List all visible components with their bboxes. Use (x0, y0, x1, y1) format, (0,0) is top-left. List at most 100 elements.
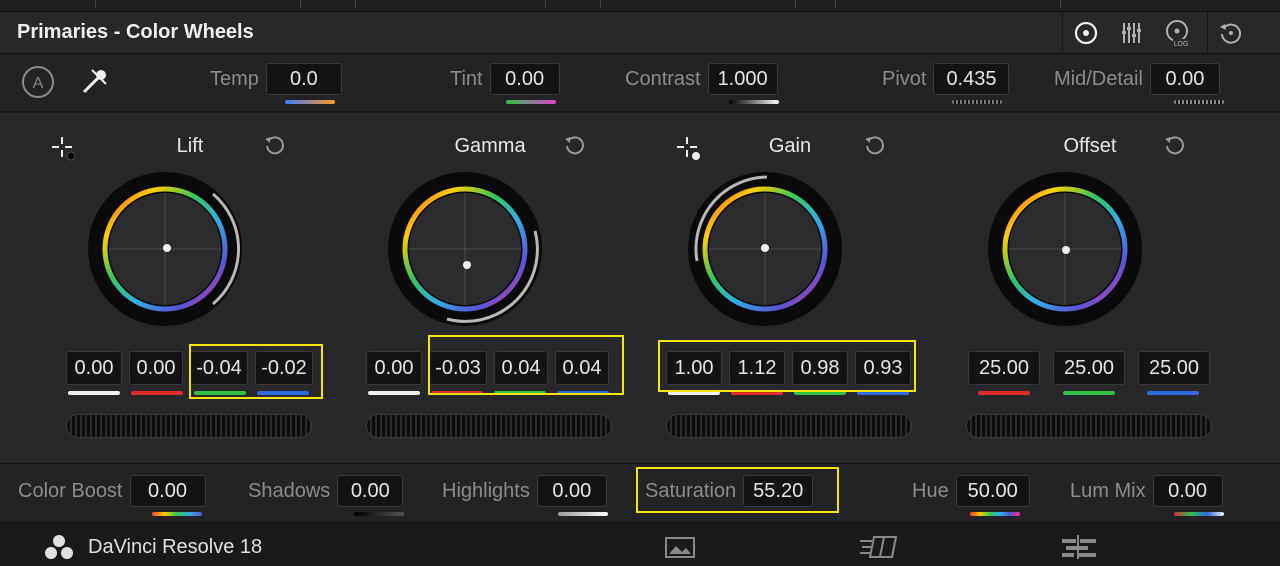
reset-icon[interactable] (562, 133, 588, 159)
saturation-label: Saturation (645, 479, 737, 502)
gain-r-stripe (731, 391, 783, 395)
bars-mode-button[interactable] (1109, 12, 1155, 54)
offset-g-stripe (1063, 391, 1115, 395)
pivot-field: Pivot 0.435 (882, 63, 1010, 104)
temp-gradient (285, 100, 335, 104)
middetail-gradient (1174, 100, 1224, 104)
svg-text:A: A (33, 75, 44, 92)
gain-g-input[interactable]: 0.98 (792, 351, 848, 385)
shadows-label: Shadows (248, 479, 331, 502)
lift-g-stripe (194, 391, 246, 395)
pivot-label: Pivot (882, 67, 927, 90)
shadows-gradient (354, 512, 404, 516)
lift-y-input[interactable]: 0.00 (66, 351, 122, 385)
gamma-b-input[interactable]: 0.04 (555, 351, 609, 385)
adjustments-bar: A Temp 0.0 Tint 0.00 Contrast 1.000 Pivo… (0, 55, 1280, 112)
gain-g-stripe (794, 391, 846, 395)
gain-color-wheel[interactable] (687, 171, 843, 327)
mode-toolbar: LOG (1062, 12, 1280, 54)
saturation-input[interactable]: 55.20 (743, 475, 814, 507)
offset-color-wheel[interactable] (987, 171, 1143, 327)
offset-master-wheel[interactable] (966, 414, 1212, 438)
cut-page-icon[interactable] (858, 535, 900, 559)
gain-values: 1.00 1.12 0.98 0.93 (666, 351, 911, 385)
temp-label: Temp (210, 67, 259, 90)
lift-b-input[interactable]: -0.02 (255, 351, 313, 385)
auto-balance-button[interactable]: A (20, 64, 56, 100)
color-boost-input[interactable]: 0.00 (129, 475, 206, 507)
gamma-label: Gamma (454, 135, 526, 157)
status-bar: DaVinci Resolve 18 (0, 522, 1280, 566)
lift-y-stripe (68, 391, 120, 395)
middetail-input[interactable]: 0.00 (1149, 63, 1220, 95)
gamma-wheel-group: Gamma 0.00 -0.03 0.04 0.04 (340, 113, 640, 463)
gamma-g-input[interactable]: 0.04 (494, 351, 548, 385)
color-wheels-panel: Lift 0.00 0.00 -0.04 -0.02 Gamma 0.00 -0… (0, 113, 1280, 463)
tint-gradient (506, 100, 556, 104)
hue-input[interactable]: 50.00 (955, 475, 1030, 507)
reset-icon[interactable] (862, 133, 888, 159)
timeline-strip (0, 0, 1280, 12)
reset-all-button[interactable] (1207, 12, 1253, 54)
eyedropper-icon (82, 69, 107, 94)
tint-input[interactable]: 0.00 (489, 63, 560, 95)
contrast-label: Contrast (625, 67, 701, 90)
reset-all-icon (1219, 23, 1241, 44)
contrast-field: Contrast 1.000 (625, 63, 779, 104)
color-boost-gradient (152, 512, 202, 516)
gamma-y-input[interactable]: 0.00 (366, 351, 422, 385)
offset-b-input[interactable]: 25.00 (1138, 351, 1210, 385)
offset-g-input[interactable]: 25.00 (1053, 351, 1125, 385)
eyedropper-button[interactable] (78, 64, 112, 98)
contrast-gradient (729, 100, 779, 104)
offset-r-input[interactable]: 25.00 (968, 351, 1040, 385)
hue-field: Hue 50.00 (912, 475, 1030, 516)
gain-label: Gain (768, 135, 812, 157)
lummix-field: Lum Mix 0.00 (1070, 475, 1224, 516)
gamma-master-wheel[interactable] (366, 414, 612, 438)
auto-balance-icon: A (22, 66, 54, 98)
svg-text:LOG: LOG (1174, 40, 1189, 48)
temp-field: Temp 0.0 (210, 63, 342, 104)
gain-master-wheel[interactable] (666, 414, 912, 438)
offset-b-stripe (1147, 391, 1199, 395)
shadows-field: Shadows 0.00 (248, 475, 404, 516)
lift-r-stripe (131, 391, 183, 395)
media-page-icon[interactable] (664, 535, 696, 559)
color-wheels-mode-button[interactable] (1063, 12, 1109, 54)
gain-b-input[interactable]: 0.93 (855, 351, 911, 385)
edit-page-icon[interactable] (1060, 535, 1098, 559)
temp-input[interactable]: 0.0 (265, 63, 342, 95)
middetail-label: Mid/Detail (1054, 67, 1143, 90)
highlights-label: Highlights (442, 479, 530, 502)
gain-y-stripe (668, 391, 720, 395)
offset-r-stripe (978, 391, 1030, 395)
offset-label: Offset (1063, 135, 1117, 157)
gain-r-input[interactable]: 1.12 (729, 351, 785, 385)
gamma-color-wheel[interactable] (387, 171, 543, 327)
lift-g-input[interactable]: -0.04 (190, 351, 248, 385)
lift-r-input[interactable]: 0.00 (129, 351, 183, 385)
lift-wheel-group: Lift 0.00 0.00 -0.04 -0.02 (40, 113, 340, 463)
shadows-input[interactable]: 0.00 (337, 475, 404, 507)
gain-y-input[interactable]: 1.00 (666, 351, 722, 385)
reset-icon[interactable] (262, 133, 288, 159)
lift-label: Lift (176, 135, 204, 157)
reset-icon[interactable] (1162, 133, 1188, 159)
hue-gradient (970, 512, 1020, 516)
highlights-input[interactable]: 0.00 (536, 475, 607, 507)
lift-values: 0.00 0.00 -0.04 -0.02 (66, 351, 313, 385)
color-boost-field: Color Boost 0.00 (18, 475, 206, 516)
gain-wheel-group: Gain 1.00 1.12 0.98 0.93 (640, 113, 940, 463)
lift-master-wheel[interactable] (66, 414, 312, 438)
tint-label: Tint (450, 67, 483, 90)
contrast-input[interactable]: 1.000 (707, 63, 778, 95)
color-boost-label: Color Boost (18, 479, 123, 502)
gamma-r-stripe (431, 391, 483, 395)
lift-color-wheel[interactable] (87, 171, 243, 327)
gamma-r-input[interactable]: -0.03 (429, 351, 487, 385)
gamma-b-stripe (557, 391, 609, 395)
log-mode-button[interactable]: LOG (1155, 12, 1201, 54)
lummix-input[interactable]: 0.00 (1152, 475, 1223, 507)
pivot-input[interactable]: 0.435 (933, 63, 1010, 95)
